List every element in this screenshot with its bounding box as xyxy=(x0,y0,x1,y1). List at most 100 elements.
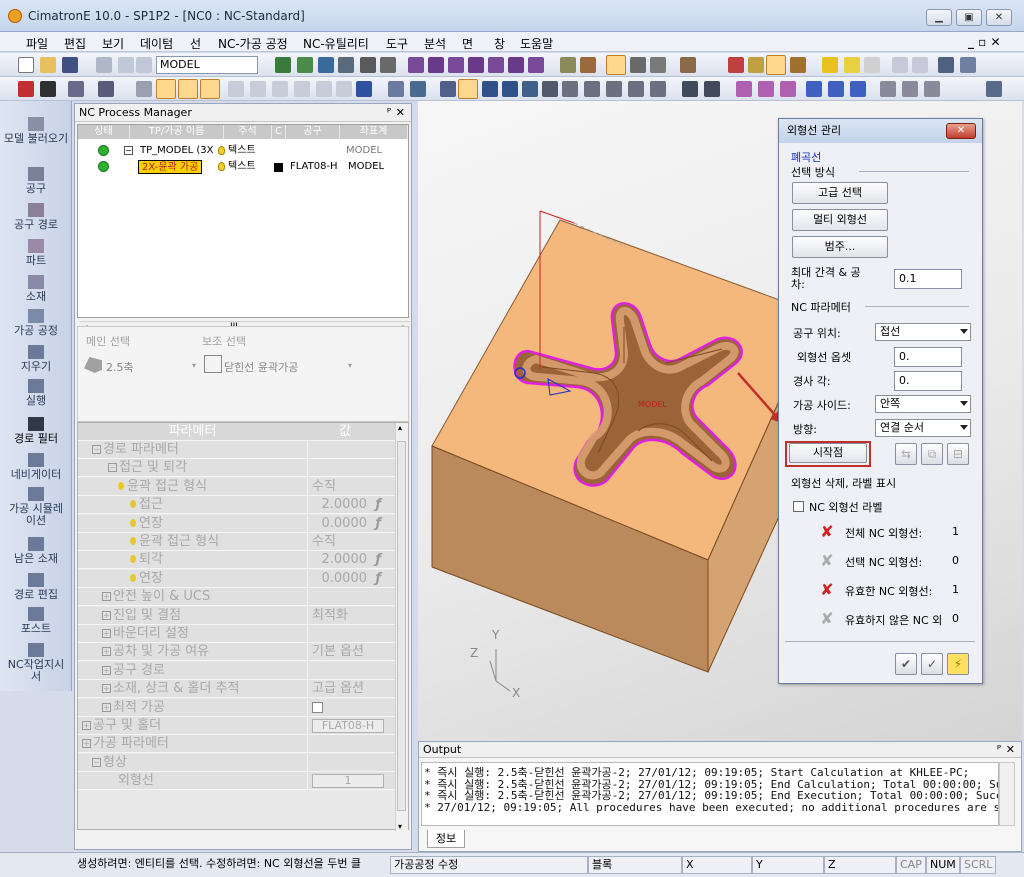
param-row[interactable]: 접근 2.0000 ƒ xyxy=(78,496,396,515)
curve-filter-icon[interactable] xyxy=(228,81,244,97)
nc-procedure-icon[interactable] xyxy=(410,81,426,97)
delete-valid-icon[interactable]: ✘ xyxy=(819,581,835,599)
param-value[interactable]: 0.0000 ƒ xyxy=(307,569,383,588)
palette-delete[interactable]: 지우기 xyxy=(0,345,72,373)
sub-select-arrow-icon[interactable]: ▾ xyxy=(348,361,352,370)
param-row[interactable]: + 공차 및 가공 여유 기본 옵션 xyxy=(78,643,396,662)
pan-icon[interactable] xyxy=(360,57,376,73)
close-button[interactable]: ✕ xyxy=(986,9,1012,26)
param-value[interactable]: 고급 옵션 xyxy=(307,680,383,699)
param-row[interactable]: + 공구 및 홀더 FLAT08-H xyxy=(78,717,396,735)
palette-path-filter[interactable]: 경로 필터 xyxy=(0,417,72,445)
nc-line-icon[interactable] xyxy=(880,81,896,97)
menu-file[interactable]: 파일 xyxy=(26,35,48,52)
palette-simulation[interactable]: 가공 시뮬레이션 xyxy=(0,487,72,527)
param-value[interactable]: 수직 xyxy=(307,477,383,496)
print-icon[interactable] xyxy=(96,57,112,73)
menu-tools[interactable]: 도구 xyxy=(386,35,408,52)
datum-filter-icon[interactable] xyxy=(336,81,352,97)
bulb-icon[interactable] xyxy=(218,146,225,155)
param-row[interactable]: − 접근 및 퇴각 xyxy=(78,459,396,478)
param-row[interactable]: − 형상 xyxy=(78,753,396,772)
collapse-icon[interactable]: − xyxy=(124,146,133,155)
save-icon[interactable] xyxy=(62,57,78,73)
nc-point-c-icon[interactable] xyxy=(850,81,866,97)
nc-post-icon[interactable] xyxy=(682,81,698,97)
nc-curve-c-icon[interactable] xyxy=(780,81,796,97)
show-bulb-icon[interactable] xyxy=(822,57,838,73)
filter-c-button[interactable] xyxy=(200,79,220,99)
list-icon[interactable] xyxy=(356,81,372,97)
hidden-line-icon[interactable] xyxy=(650,57,666,73)
function-icon[interactable]: ƒ xyxy=(375,570,381,588)
nc-point-a-icon[interactable] xyxy=(806,81,822,97)
nc-list-icon[interactable] xyxy=(482,81,498,97)
view-right-icon[interactable] xyxy=(468,57,484,73)
nc-tool-icon[interactable] xyxy=(388,81,404,97)
tool-position-select[interactable]: 접선 xyxy=(875,323,971,341)
param-row[interactable]: − 경로 파라메터 xyxy=(78,441,396,459)
param-value[interactable]: 1 xyxy=(307,772,384,791)
tab-info[interactable]: 정보 xyxy=(427,830,465,848)
dialog-close-button[interactable]: ✕ xyxy=(946,123,976,139)
view-top-icon[interactable] xyxy=(448,57,464,73)
col-c[interactable]: C xyxy=(272,125,286,139)
pick-icon[interactable] xyxy=(98,81,114,97)
menu-nc-procedure[interactable]: NC-가공 공정 xyxy=(218,35,288,52)
param-row[interactable]: + 안전 높이 & UCS xyxy=(78,588,396,607)
exit-icon[interactable]: ⚡ xyxy=(947,653,969,675)
palette-toolpath[interactable]: 공구 경로 xyxy=(0,203,72,231)
param-row[interactable]: + 소재, 상크 & 홀더 추적 고급 옵션 xyxy=(78,680,396,699)
expand-icon[interactable]: + xyxy=(102,629,111,638)
set-icon[interactable] xyxy=(790,57,806,73)
param-value[interactable]: 2.0000 ƒ xyxy=(307,496,383,515)
col-ucs[interactable]: 좌표계 xyxy=(340,125,408,139)
tree-row-procedure[interactable]: 2X-윤곽 가공 텍스트 FLAT08-H MODEL xyxy=(78,160,408,174)
scroll-down-icon[interactable]: ▾ xyxy=(398,822,402,831)
param-row[interactable]: + 가공 파라메터 xyxy=(78,735,396,754)
sub-select-value[interactable]: 닫힌선 윤곽가공 xyxy=(224,359,298,375)
wireframe-icon[interactable] xyxy=(630,57,646,73)
param-scrollbar[interactable]: ▴ ▾ xyxy=(395,423,408,831)
render-icon[interactable] xyxy=(580,57,596,73)
menu-face[interactable]: 면 xyxy=(462,35,473,52)
model-combo[interactable]: MODEL xyxy=(156,56,258,74)
optimize-checkbox[interactable] xyxy=(312,701,323,713)
layer-icon[interactable] xyxy=(748,57,764,73)
palette-part[interactable]: 파트 xyxy=(0,239,72,267)
redo-icon[interactable] xyxy=(136,57,152,73)
col-tool[interactable]: 공구 xyxy=(286,125,340,139)
main-select-arrow-icon[interactable]: ▾ xyxy=(192,361,196,370)
apply-icon[interactable]: ✓ xyxy=(921,653,943,675)
machining-side-select[interactable]: 안쪽 xyxy=(875,395,971,413)
forward-icon[interactable] xyxy=(912,57,928,73)
new-file-icon[interactable] xyxy=(18,57,34,73)
zoom-in-icon[interactable] xyxy=(318,57,334,73)
ncpm-close-icon[interactable]: ✕ xyxy=(396,104,405,122)
point-filter-icon[interactable] xyxy=(294,81,310,97)
delete-invalid-icon[interactable]: ✘ xyxy=(819,610,835,628)
back-icon[interactable] xyxy=(892,57,908,73)
palette-stock[interactable]: 소재 xyxy=(0,275,72,303)
hide-bulb-icon[interactable] xyxy=(844,57,860,73)
expand-icon[interactable]: + xyxy=(102,702,111,712)
delete-all-icon[interactable]: ✘ xyxy=(819,523,835,541)
collapse-icon[interactable]: − xyxy=(108,463,117,473)
start-point-button[interactable]: 시작점 xyxy=(789,443,867,463)
color-icon[interactable] xyxy=(728,57,744,73)
param-value[interactable] xyxy=(307,661,383,680)
nc-execute-icon[interactable] xyxy=(440,81,456,97)
output-pin-icon[interactable]: ᴾ xyxy=(997,742,1001,758)
view-iso-icon[interactable] xyxy=(408,57,424,73)
param-value[interactable]: 기본 옵션 xyxy=(307,643,383,662)
sub-select-icon[interactable] xyxy=(204,355,222,373)
param-row[interactable]: + 최적 가공 xyxy=(78,698,396,717)
collapse-icon[interactable]: − xyxy=(92,445,101,454)
menu-nc-utility[interactable]: NC-유틸리티 xyxy=(303,35,369,52)
menu-view[interactable]: 보기 xyxy=(102,35,124,52)
function-icon[interactable]: ƒ xyxy=(375,515,381,533)
output-close-icon[interactable]: ✕ xyxy=(1006,742,1015,758)
output-log[interactable]: * 즉시 실행: 2.5축-닫힌선 윤곽가공-2; 27/01/12; 09:1… xyxy=(421,762,999,826)
function-icon[interactable]: ƒ xyxy=(375,496,381,514)
zoom-all-icon[interactable] xyxy=(275,57,291,73)
